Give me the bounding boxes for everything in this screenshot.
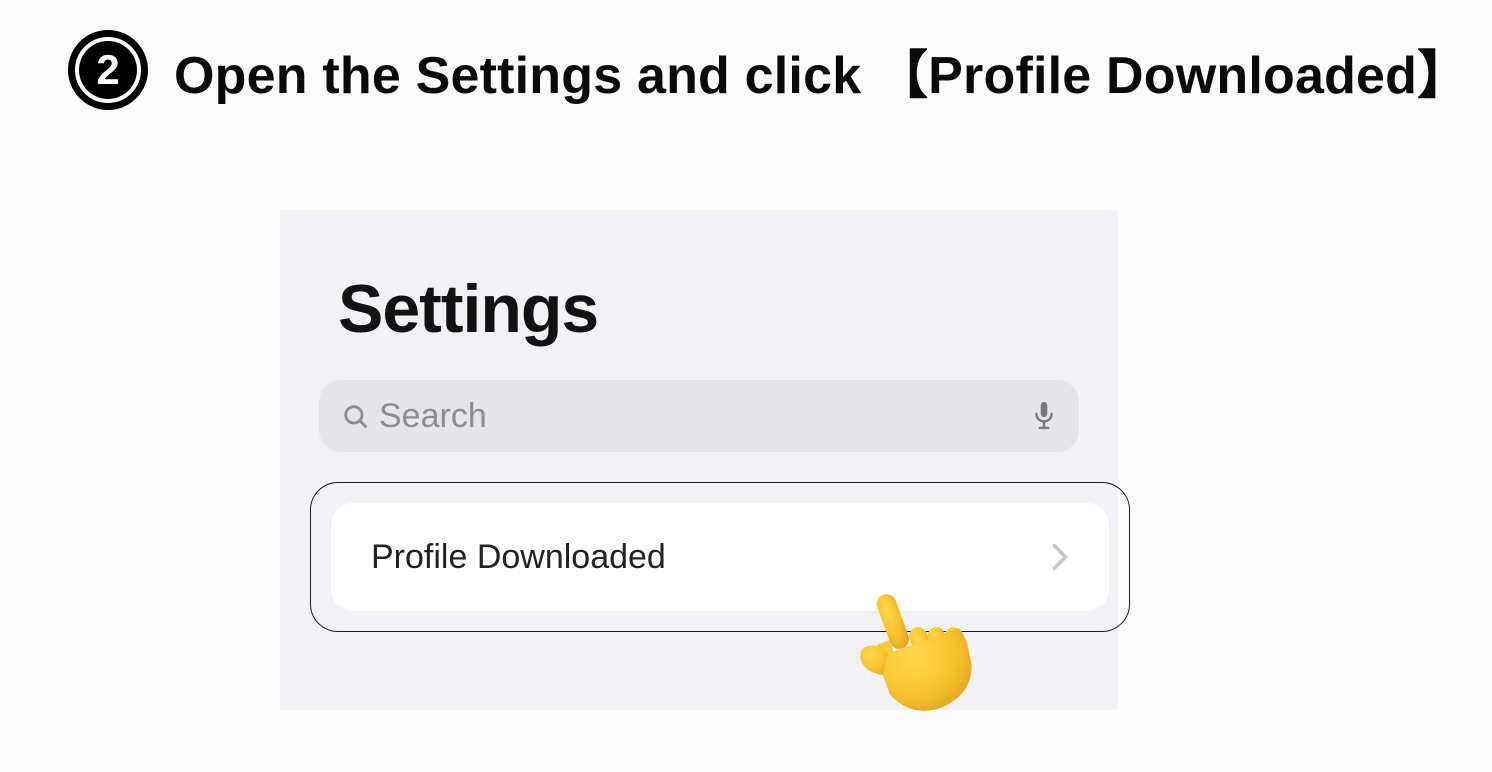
search-icon — [341, 402, 369, 430]
profile-downloaded-group: Profile Downloaded — [310, 482, 1130, 632]
page-title: Settings — [338, 270, 1088, 348]
settings-panel: Settings Search Profile Downloaded — [280, 210, 1118, 710]
microphone-icon[interactable] — [1031, 400, 1057, 432]
step-header: 2 Open the Settings and click 【Profile D… — [68, 30, 1469, 110]
search-placeholder: Search — [379, 397, 1031, 436]
chevron-right-icon — [1051, 543, 1069, 571]
profile-downloaded-cell[interactable]: Profile Downloaded — [331, 503, 1109, 611]
step-number: 2 — [79, 41, 137, 99]
search-input[interactable]: Search — [319, 380, 1079, 452]
profile-downloaded-label: Profile Downloaded — [371, 538, 1051, 577]
step-number-badge: 2 — [68, 30, 148, 110]
instruction-text: Open the Settings and click 【Profile Dow… — [174, 33, 1469, 108]
